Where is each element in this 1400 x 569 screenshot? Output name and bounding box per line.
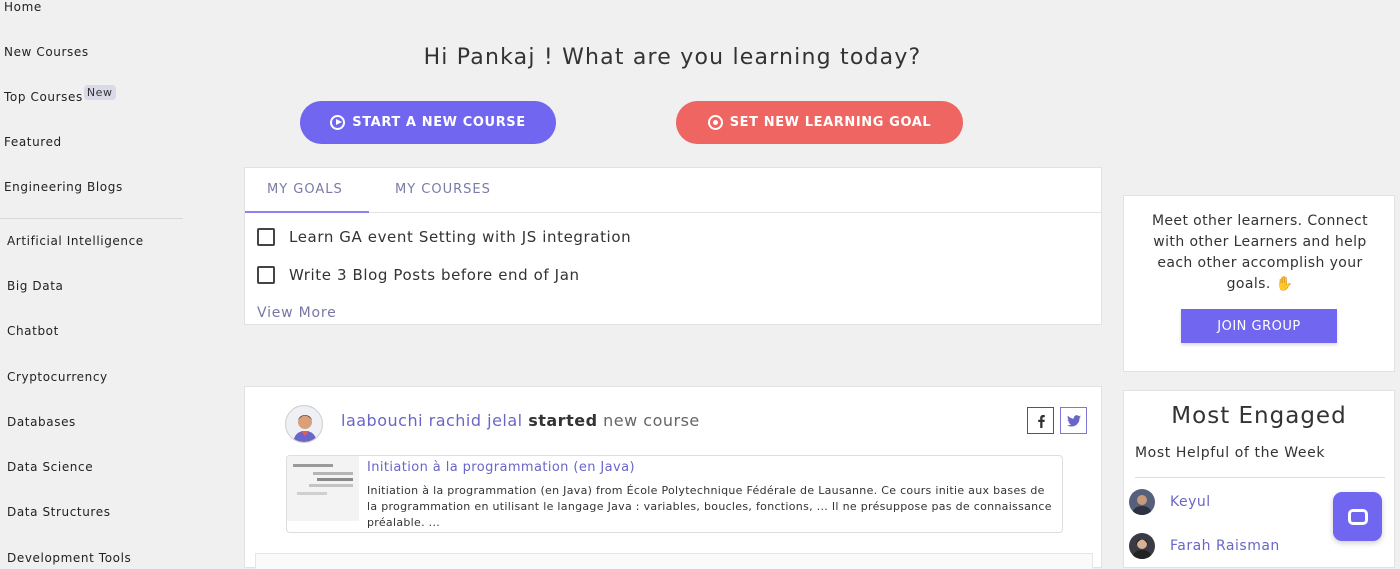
avatar[interactable] bbox=[285, 405, 323, 443]
goals-card: MY GOALS MY COURSES Learn GA event Setti… bbox=[244, 167, 1102, 325]
view-more-link[interactable]: View More bbox=[257, 305, 337, 321]
avatar[interactable] bbox=[1129, 489, 1155, 515]
sidebar-item-featured[interactable]: Featured bbox=[4, 135, 62, 149]
activity-feed-card: laabouchi rachid jelal started new cours… bbox=[244, 386, 1102, 569]
join-group-button[interactable]: JOIN GROUP bbox=[1181, 309, 1337, 343]
category-development-tools[interactable]: Development Tools bbox=[7, 551, 131, 565]
set-learning-goal-label: SET NEW LEARNING GOAL bbox=[729, 115, 932, 130]
category-cryptocurrency[interactable]: Cryptocurrency bbox=[7, 370, 108, 384]
engaged-person-link[interactable]: Farah Raisman bbox=[1170, 538, 1280, 554]
goals-tabs: MY GOALS MY COURSES bbox=[245, 168, 1101, 213]
category-big-data[interactable]: Big Data bbox=[7, 279, 63, 293]
goal-item: Learn GA event Setting with JS integrati… bbox=[257, 228, 631, 246]
most-engaged-title: Most Engaged bbox=[1171, 403, 1347, 429]
course-description: Initiation à la programmation (en Java) … bbox=[367, 484, 1052, 529]
course-thumbnail bbox=[287, 456, 359, 521]
sidebar-item-new-courses[interactable]: New Courses bbox=[4, 45, 89, 59]
activity-user-link[interactable]: laabouchi rachid jelal bbox=[341, 411, 523, 430]
chat-button[interactable] bbox=[1333, 492, 1382, 541]
tab-my-courses[interactable]: MY COURSES bbox=[395, 182, 491, 197]
sidebar-item-label: Featured bbox=[4, 135, 62, 149]
target-icon bbox=[707, 115, 723, 130]
tab-my-goals[interactable]: MY GOALS bbox=[267, 182, 343, 197]
play-icon bbox=[330, 115, 346, 130]
category-data-science[interactable]: Data Science bbox=[7, 460, 93, 474]
activity-object: new course bbox=[603, 411, 700, 430]
sidebar-item-label: New Courses bbox=[4, 45, 89, 59]
goal-checkbox[interactable] bbox=[257, 228, 275, 246]
page-title: Hi Pankaj ! What are you learning today? bbox=[423, 45, 922, 70]
twitter-icon bbox=[1066, 414, 1081, 427]
start-new-course-button[interactable]: START A NEW COURSE bbox=[300, 101, 556, 144]
most-engaged-card: Most Engaged Most Helpful of the Week Ke… bbox=[1123, 390, 1395, 568]
sidebar-item-top-courses[interactable]: Top Courses New bbox=[4, 85, 116, 105]
community-text: Meet other learners. Connect with other … bbox=[1151, 213, 1369, 292]
category-databases[interactable]: Databases bbox=[7, 415, 76, 429]
category-data-structures[interactable]: Data Structures bbox=[7, 505, 111, 519]
engaged-person-link[interactable]: Keyul bbox=[1170, 494, 1211, 510]
activity-verb: started bbox=[528, 411, 598, 430]
category-chatbot[interactable]: Chatbot bbox=[7, 324, 59, 338]
sidebar-item-label: Top Courses bbox=[4, 90, 83, 104]
course-title-link[interactable]: Initiation à la programmation (en Java) bbox=[367, 460, 635, 475]
goal-checkbox[interactable] bbox=[257, 266, 275, 284]
sidebar-item-home[interactable]: Home bbox=[4, 0, 42, 14]
chat-icon bbox=[1347, 508, 1368, 525]
community-card: Meet other learners. Connect with other … bbox=[1123, 195, 1395, 372]
facebook-icon bbox=[1037, 414, 1045, 428]
activity-text: laabouchi rachid jelal started new cours… bbox=[341, 411, 700, 430]
avatar[interactable] bbox=[1129, 533, 1155, 559]
divider bbox=[1135, 477, 1385, 478]
sidebar-divider bbox=[0, 218, 183, 219]
sidebar-item-label: Engineering Blogs bbox=[4, 180, 123, 194]
sidebar-item-label: Home bbox=[4, 0, 42, 14]
goal-item: Write 3 Blog Posts before end of Jan bbox=[257, 266, 580, 284]
course-preview[interactable]: Initiation à la programmation (en Java) … bbox=[286, 455, 1063, 533]
active-tab-indicator bbox=[245, 211, 369, 213]
next-feed-item bbox=[255, 553, 1093, 569]
sidebar-item-engineering-blogs[interactable]: Engineering Blogs bbox=[4, 180, 123, 194]
category-artificial-intelligence[interactable]: Artificial Intelligence bbox=[7, 234, 144, 248]
new-badge: New bbox=[83, 85, 116, 100]
facebook-share-button[interactable] bbox=[1027, 407, 1054, 434]
set-learning-goal-button[interactable]: SET NEW LEARNING GOAL bbox=[676, 101, 963, 144]
goal-text: Write 3 Blog Posts before end of Jan bbox=[289, 266, 580, 284]
sidebar: Home New Courses Top Courses New Featured… bbox=[0, 0, 190, 568]
start-new-course-label: START A NEW COURSE bbox=[352, 115, 526, 130]
most-engaged-subtitle: Most Helpful of the Week bbox=[1135, 445, 1326, 461]
goal-text: Learn GA event Setting with JS integrati… bbox=[289, 228, 632, 246]
twitter-share-button[interactable] bbox=[1060, 407, 1087, 434]
